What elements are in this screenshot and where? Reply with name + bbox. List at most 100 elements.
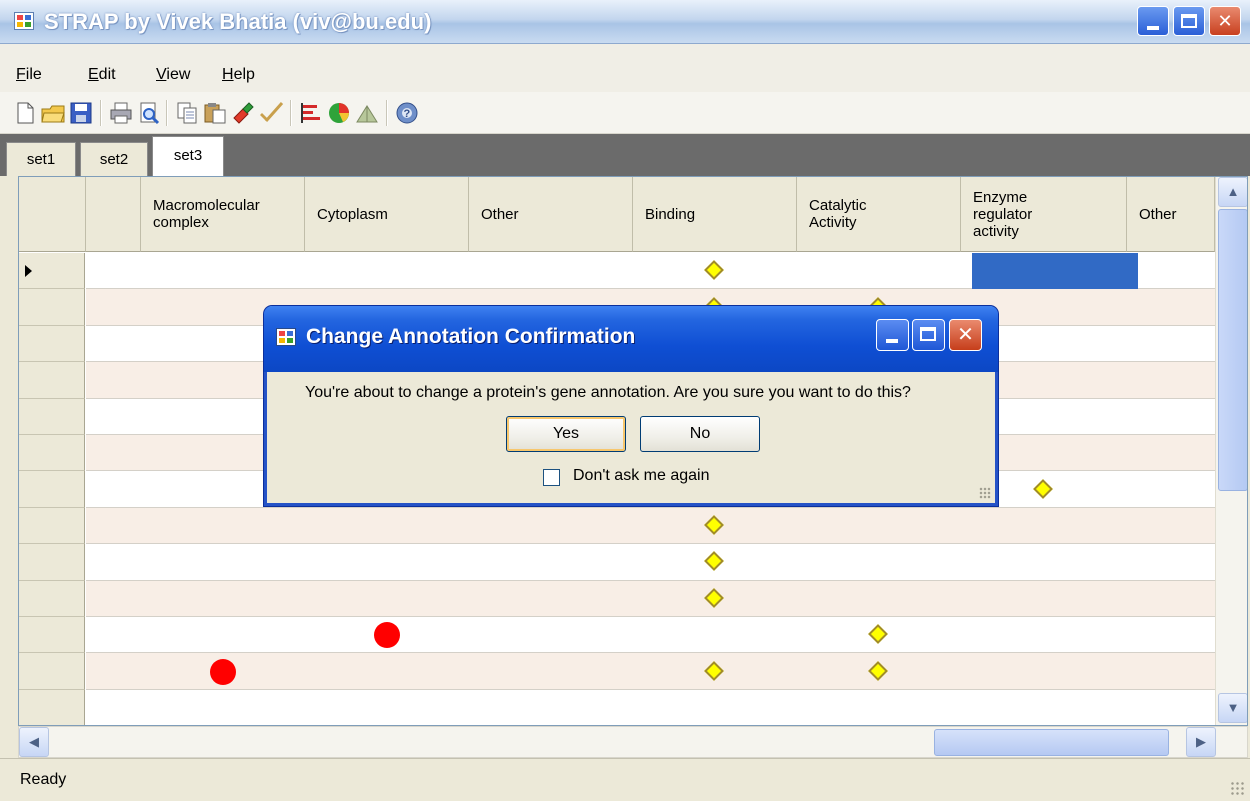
row-header[interactable] bbox=[19, 398, 85, 435]
column-header-macromolecular-complex-1[interactable]: Macromolecular complex bbox=[141, 177, 305, 252]
dialog-message: You're about to change a protein's gene … bbox=[305, 384, 911, 401]
pie-chart-icon[interactable] bbox=[326, 100, 352, 126]
toolbar: ? bbox=[0, 92, 1250, 134]
vertical-scroll-thumb[interactable] bbox=[1218, 209, 1247, 491]
table-row[interactable] bbox=[86, 689, 1216, 725]
save-icon[interactable] bbox=[68, 100, 94, 126]
tab-set2[interactable]: set2 bbox=[80, 142, 148, 176]
app-icon bbox=[14, 12, 34, 30]
open-icon[interactable] bbox=[40, 100, 66, 126]
row-header[interactable] bbox=[19, 689, 85, 725]
dialog-minimize-button[interactable] bbox=[876, 319, 909, 351]
column-header-other-7[interactable]: Other bbox=[1127, 177, 1215, 252]
column-header-catalytic-activity-5[interactable]: Catalytic Activity bbox=[797, 177, 961, 252]
dialog-maximize-button[interactable] bbox=[912, 319, 945, 351]
current-row-arrow-icon bbox=[25, 265, 32, 277]
table-row[interactable] bbox=[86, 507, 1216, 545]
dont-ask-checkbox[interactable] bbox=[543, 469, 560, 486]
horizontal-scroll-thumb[interactable] bbox=[934, 729, 1169, 756]
row-header[interactable] bbox=[19, 289, 85, 326]
horizontal-scrollbar[interactable]: ◀ ▶ bbox=[18, 726, 1248, 758]
maximize-icon bbox=[1181, 14, 1197, 28]
status-bar: Ready bbox=[0, 758, 1250, 801]
column-header-enzyme-regulator-activity-6[interactable]: Enzyme regulator activity bbox=[961, 177, 1127, 252]
scroll-right-button[interactable]: ▶ bbox=[1186, 727, 1216, 757]
tab-set1[interactable]: set1 bbox=[6, 142, 76, 176]
row-header[interactable] bbox=[19, 544, 85, 581]
table-row[interactable] bbox=[86, 580, 1216, 617]
dialog-title-bar[interactable]: Change Annotation Confirmation ✕ bbox=[264, 306, 998, 372]
column-header-label: Macromolecular complex bbox=[153, 197, 260, 231]
table-row[interactable] bbox=[86, 653, 1216, 690]
chevron-up-icon: ▲ bbox=[1226, 184, 1240, 199]
paint-icon[interactable] bbox=[230, 100, 256, 126]
row-header[interactable] bbox=[19, 653, 85, 690]
column-header-label: Cytoplasm bbox=[317, 206, 388, 223]
row-header[interactable] bbox=[19, 362, 85, 399]
table-row[interactable] bbox=[86, 544, 1216, 581]
print-preview-icon[interactable] bbox=[136, 100, 162, 126]
red-dot-marker-icon[interactable] bbox=[210, 658, 236, 685]
row-header[interactable] bbox=[19, 471, 85, 508]
toolbar-separator bbox=[386, 100, 388, 126]
scroll-left-button[interactable]: ◀ bbox=[19, 727, 49, 757]
toolbar-separator bbox=[166, 100, 168, 126]
menu-help[interactable]: Help bbox=[222, 66, 255, 84]
broom-icon[interactable] bbox=[354, 100, 380, 126]
bar-chart-icon[interactable] bbox=[298, 100, 324, 126]
column-header-line: Other bbox=[481, 205, 519, 223]
scroll-down-button[interactable]: ▼ bbox=[1218, 693, 1247, 723]
dialog-app-icon bbox=[276, 328, 296, 346]
dialog-resize-grip-icon[interactable] bbox=[979, 487, 991, 499]
red-dot-marker-icon[interactable] bbox=[374, 622, 400, 649]
column-header-line: Binding bbox=[645, 205, 696, 223]
scroll-up-button[interactable]: ▲ bbox=[1218, 177, 1247, 207]
column-header-label: Catalytic Activity bbox=[809, 197, 867, 231]
column-header-line: regulator bbox=[973, 205, 1033, 223]
copy-icon[interactable] bbox=[174, 100, 200, 126]
chevron-down-icon: ▼ bbox=[1226, 700, 1240, 715]
help-icon[interactable]: ? bbox=[394, 100, 420, 126]
svg-text:?: ? bbox=[404, 108, 411, 120]
minimize-button[interactable] bbox=[1137, 6, 1169, 36]
check-icon[interactable] bbox=[258, 100, 284, 126]
menu-bar: File Edit View Help bbox=[0, 44, 1250, 92]
title-bar[interactable]: STRAP by Vivek Bhatia (viv@bu.edu) ✕ bbox=[0, 0, 1250, 44]
row-header[interactable] bbox=[19, 435, 85, 472]
confirmation-dialog: Change Annotation Confirmation ✕ You're … bbox=[264, 306, 998, 506]
column-header-binding-4[interactable]: Binding bbox=[633, 177, 797, 252]
yes-button[interactable]: Yes bbox=[506, 416, 626, 452]
table-row[interactable] bbox=[86, 617, 1216, 654]
dialog-title: Change Annotation Confirmation bbox=[306, 325, 636, 348]
column-header-line: Enzyme bbox=[973, 188, 1028, 206]
menu-file[interactable]: File bbox=[16, 66, 42, 84]
row-header[interactable] bbox=[19, 253, 85, 290]
minimize-icon bbox=[886, 339, 898, 343]
selected-cell[interactable] bbox=[972, 253, 1138, 289]
close-button[interactable]: ✕ bbox=[1209, 6, 1241, 36]
toolbar-separator bbox=[290, 100, 292, 126]
row-header[interactable] bbox=[19, 580, 85, 617]
column-header-label: Other bbox=[1139, 206, 1177, 223]
menu-view[interactable]: View bbox=[156, 66, 190, 84]
column-header-line: Other bbox=[1139, 205, 1177, 223]
dialog-close-button[interactable]: ✕ bbox=[949, 319, 982, 351]
menu-edit[interactable]: Edit bbox=[88, 66, 116, 84]
column-header-other-3[interactable]: Other bbox=[469, 177, 633, 252]
new-icon[interactable] bbox=[12, 100, 38, 126]
maximize-button[interactable] bbox=[1173, 6, 1205, 36]
paste-icon[interactable] bbox=[202, 100, 228, 126]
column-header-cytoplasm-2[interactable]: Cytoplasm bbox=[305, 177, 469, 252]
column-header-label: Binding bbox=[645, 206, 695, 223]
resize-grip-icon[interactable] bbox=[1230, 781, 1244, 795]
close-icon: ✕ bbox=[1217, 11, 1233, 31]
row-header[interactable] bbox=[19, 617, 85, 654]
column-header-line: Activity bbox=[809, 214, 857, 231]
column-header-blank[interactable] bbox=[86, 177, 141, 252]
row-header[interactable] bbox=[19, 507, 85, 545]
tab-set3[interactable]: set3 bbox=[152, 136, 224, 176]
print-icon[interactable] bbox=[108, 100, 134, 126]
row-header[interactable] bbox=[19, 325, 85, 363]
no-button[interactable]: No bbox=[640, 416, 760, 452]
vertical-scrollbar[interactable]: ▲ ▼ bbox=[1215, 177, 1247, 725]
